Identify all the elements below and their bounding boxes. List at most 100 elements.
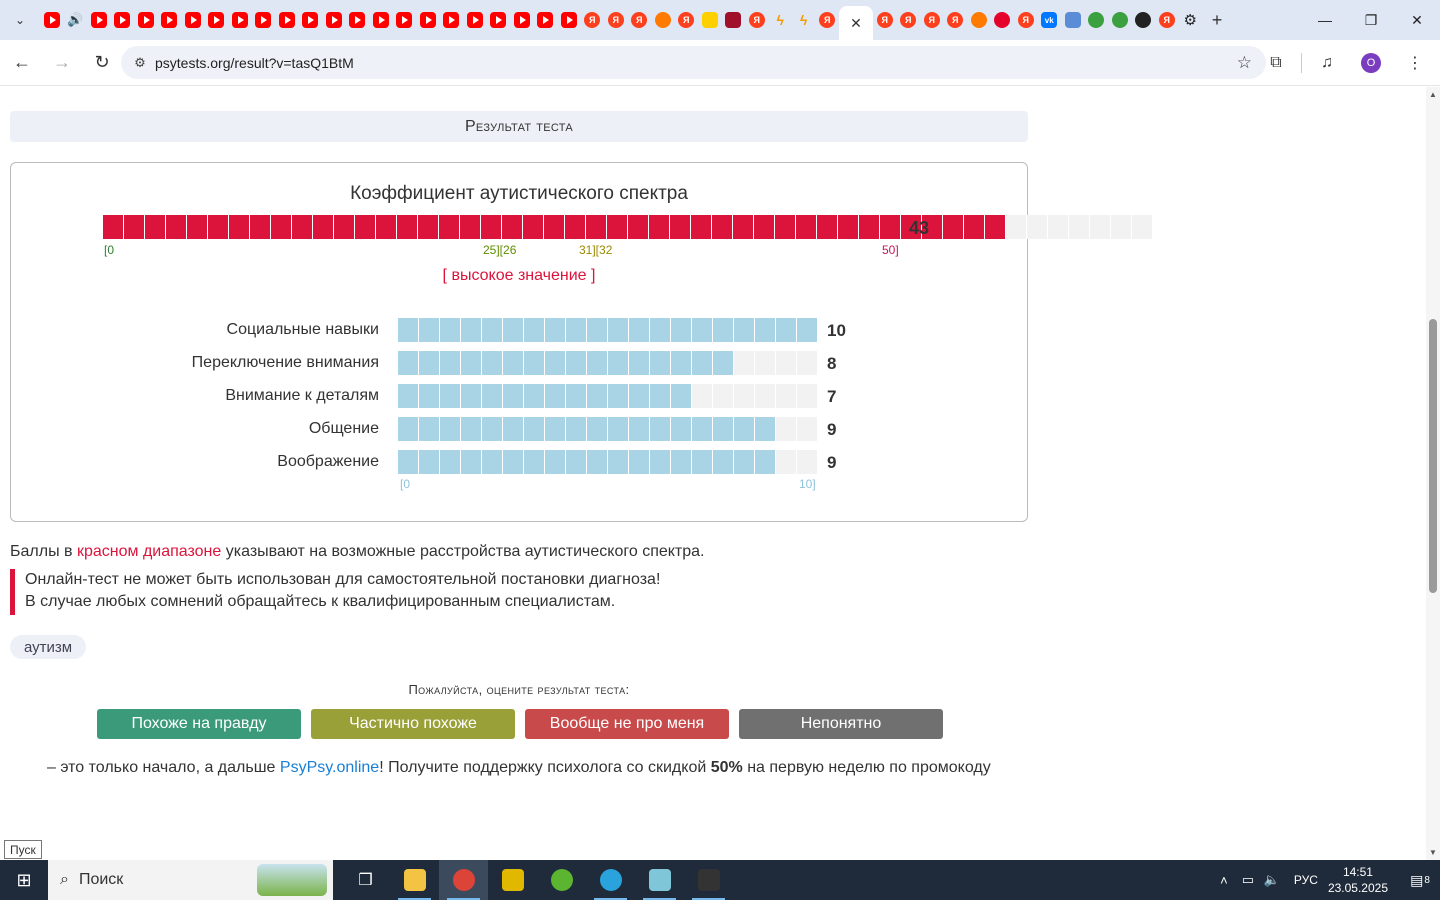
tab[interactable]	[346, 0, 370, 40]
tab[interactable]: ϟ	[792, 0, 816, 40]
tab[interactable]	[991, 0, 1015, 40]
taskbar-notes[interactable]	[635, 860, 684, 900]
close-window-button[interactable]: ✕	[1394, 0, 1440, 40]
notification-center-button[interactable]: ▤ 8	[1400, 860, 1440, 900]
language-indicator[interactable]: РУС	[1294, 873, 1318, 887]
tab[interactable]: Я	[816, 0, 840, 40]
profile-button[interactable]: O	[1352, 46, 1390, 80]
volume-icon[interactable]: 🔈	[1260, 872, 1284, 888]
tab[interactable]: ϟ	[769, 0, 793, 40]
tab[interactable]	[1061, 0, 1085, 40]
taskbar-lock-app[interactable]	[488, 860, 537, 900]
reload-button[interactable]: ↻	[84, 45, 120, 81]
taskbar-chrome[interactable]	[439, 860, 488, 900]
start-button[interactable]: ⊞	[0, 860, 48, 900]
tab[interactable]: Я	[920, 0, 944, 40]
tab[interactable]	[416, 0, 440, 40]
extensions-button[interactable]: ⧉	[1257, 46, 1295, 80]
tab[interactable]	[369, 0, 393, 40]
scroll-up-icon[interactable]: ▲	[1429, 90, 1437, 99]
minimize-button[interactable]: —	[1302, 0, 1348, 40]
tab[interactable]: Я	[1014, 0, 1038, 40]
page-scrollbar[interactable]: ▲ ▼	[1426, 87, 1440, 860]
taskbar-explorer[interactable]	[390, 860, 439, 900]
tab[interactable]	[275, 0, 299, 40]
tab[interactable]	[440, 0, 464, 40]
site-settings-icon[interactable]: ⚙	[125, 55, 155, 71]
chevron-up-icon[interactable]: ˄	[1212, 873, 1236, 888]
rate-button[interactable]: Непонятно	[739, 709, 943, 739]
tab[interactable]: Я	[897, 0, 921, 40]
tab[interactable]	[534, 0, 558, 40]
network-icon[interactable]: ▭	[1236, 872, 1260, 888]
subscale-segment-filled	[587, 417, 607, 441]
tab[interactable]	[40, 0, 64, 40]
url-text[interactable]: psytests.org/result?v=tasQ1BtM	[155, 55, 354, 71]
tab[interactable]	[111, 0, 135, 40]
new-tab-button[interactable]: +	[1202, 0, 1232, 40]
maximize-button[interactable]: ❐	[1348, 0, 1394, 40]
tag-autism[interactable]: аутизм	[10, 635, 87, 659]
tab[interactable]	[487, 0, 511, 40]
tab[interactable]	[463, 0, 487, 40]
media-control-button[interactable]: ♫	[1308, 46, 1346, 80]
tab[interactable]	[698, 0, 722, 40]
tab[interactable]	[651, 0, 675, 40]
tab[interactable]: Я	[745, 0, 769, 40]
tab[interactable]	[87, 0, 111, 40]
scroll-thumb[interactable]	[1429, 319, 1437, 593]
tab[interactable]	[134, 0, 158, 40]
tab[interactable]: Я	[1155, 0, 1179, 40]
subscale-segment-filled	[587, 450, 607, 474]
rate-button[interactable]: Похоже на правду	[97, 709, 301, 739]
clock[interactable]: 14:51 23.05.2025	[1328, 864, 1388, 896]
tab[interactable]: vk	[1038, 0, 1062, 40]
tab[interactable]	[393, 0, 417, 40]
psypsy-link[interactable]: PsyPsy.online	[280, 759, 379, 776]
tab[interactable]	[158, 0, 182, 40]
browser-toolbar: ← → ↻ ⚙ psytests.org/result?v=tasQ1BtM ☆…	[0, 40, 1440, 86]
menu-button[interactable]: ⋮	[1396, 46, 1434, 80]
bookmark-star-icon[interactable]: ☆	[1237, 53, 1252, 73]
tab[interactable]	[322, 0, 346, 40]
tab[interactable]	[510, 0, 534, 40]
score-segment-empty	[1069, 215, 1089, 239]
close-tab-icon[interactable]: ✕	[850, 15, 862, 32]
back-button[interactable]: ←	[4, 45, 40, 81]
tab[interactable]	[1108, 0, 1132, 40]
tab-active[interactable]: ✕	[839, 6, 873, 40]
tab[interactable]	[967, 0, 991, 40]
youtube-icon	[278, 12, 295, 28]
taskbar-search[interactable]: ⌕ Поиск	[48, 860, 333, 900]
taskbar-utorrent[interactable]	[537, 860, 586, 900]
tab[interactable]: 🔊	[64, 0, 88, 40]
tab[interactable]	[299, 0, 323, 40]
tab[interactable]	[1132, 0, 1156, 40]
windows-logo-icon: ⊞	[16, 869, 32, 890]
rate-button[interactable]: Вообще не про меня	[525, 709, 729, 739]
tab[interactable]	[722, 0, 746, 40]
forward-button[interactable]: →	[44, 45, 80, 81]
taskbar-app-dark[interactable]	[684, 860, 733, 900]
tab[interactable]: Я	[581, 0, 605, 40]
tab[interactable]: Я	[675, 0, 699, 40]
scroll-down-icon[interactable]: ▼	[1429, 848, 1437, 857]
tab[interactable]: Я	[873, 0, 897, 40]
subscale-segment-empty	[797, 384, 817, 408]
rate-button[interactable]: Частично похоже	[311, 709, 515, 739]
tab[interactable]	[205, 0, 229, 40]
tab[interactable]: Я	[604, 0, 628, 40]
taskbar-telegram[interactable]	[586, 860, 635, 900]
tab[interactable]	[557, 0, 581, 40]
tab[interactable]	[1085, 0, 1109, 40]
yandex-icon: Я	[607, 12, 624, 28]
tab[interactable]: ⚙	[1179, 0, 1203, 40]
address-bar[interactable]: ⚙ psytests.org/result?v=tasQ1BtM ☆	[121, 46, 1266, 79]
tab[interactable]	[181, 0, 205, 40]
tab-search-button[interactable]: ⌄	[0, 0, 40, 40]
task-view-button[interactable]: ❒	[341, 860, 390, 900]
tab[interactable]	[252, 0, 276, 40]
tab[interactable]	[228, 0, 252, 40]
tab[interactable]: Я	[944, 0, 968, 40]
tab[interactable]: Я	[628, 0, 652, 40]
